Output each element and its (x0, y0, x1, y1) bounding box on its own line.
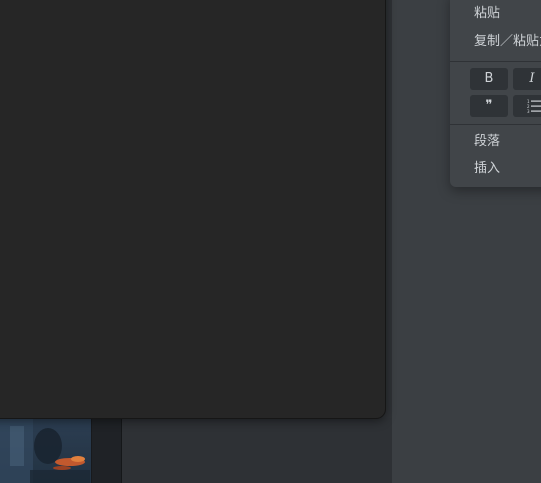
image-thumbnail[interactable] (0, 418, 92, 483)
menu-item-insert[interactable]: 插入 (474, 159, 500, 179)
editor-panel[interactable] (0, 0, 386, 419)
bold-button[interactable]: B (470, 68, 508, 90)
ordered-list-button[interactable]: 1 2 3 (513, 95, 541, 117)
menu-item-copy-paste-as[interactable]: 复制／粘贴为 (474, 32, 541, 52)
svg-text:3: 3 (527, 109, 530, 113)
quote-button[interactable]: ❞ (470, 95, 508, 117)
context-menu: 粘贴 复制／粘贴为 B I ❞ 1 2 3 段落 插入 (450, 0, 541, 187)
ordered-list-icon: 1 2 3 (527, 99, 541, 113)
menu-separator (450, 61, 541, 62)
panel-divider (121, 418, 122, 483)
menu-item-paragraph[interactable]: 段落 (474, 132, 500, 152)
app-window: 粘贴 复制／粘贴为 B I ❞ 1 2 3 段落 插入 (0, 0, 541, 483)
photo-thumbnail-art (0, 418, 91, 483)
italic-button[interactable]: I (513, 68, 541, 90)
menu-separator (450, 124, 541, 125)
quote-icon: ❞ (485, 98, 493, 113)
menu-item-paste[interactable]: 粘贴 (474, 4, 500, 24)
